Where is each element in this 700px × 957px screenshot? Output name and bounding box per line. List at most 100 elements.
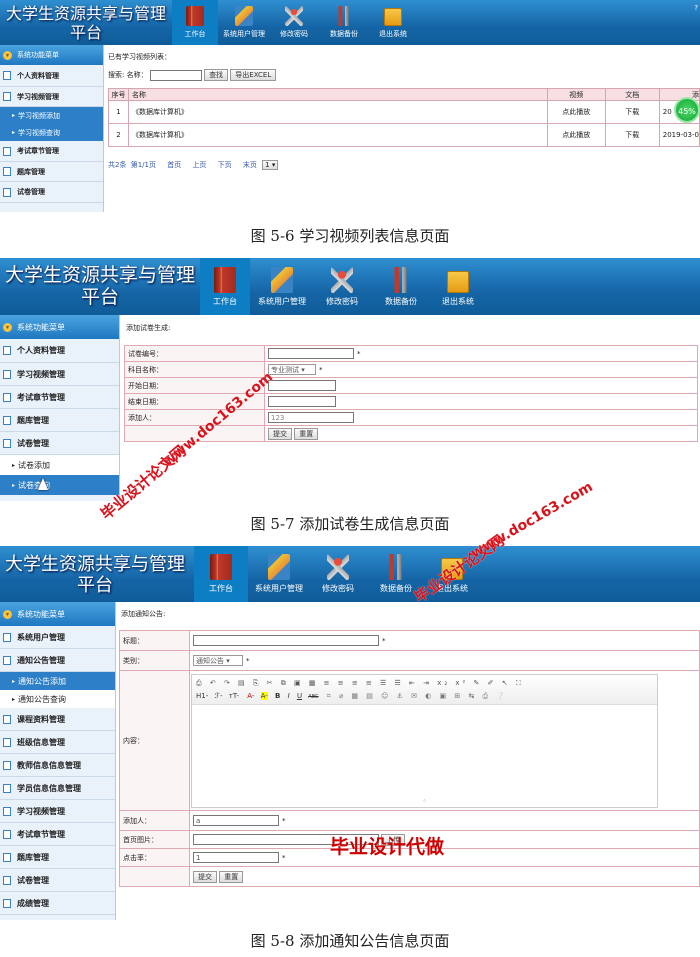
screenshot-video-list: 大学生资源共享与管理 平台 工作台 系统用户管理 修改密码 数据备份 退出系统 … — [0, 0, 700, 212]
doc-icon — [3, 167, 11, 176]
pager-last[interactable]: 末页 — [243, 161, 257, 169]
end-date-input[interactable] — [268, 396, 336, 407]
app-title: 大学生资源共享与管理 平台 — [5, 4, 166, 42]
nav-user-management[interactable]: 系统用户管理 — [250, 258, 314, 315]
editor-resize-handle[interactable]: ⁘ — [192, 798, 657, 805]
sidebar-item-paper[interactable]: 试卷管理 — [0, 432, 119, 455]
page-select[interactable]: 1 ▾ — [262, 160, 279, 170]
menu-header[interactable]: ▾ 系统功能菜单 — [0, 315, 119, 339]
highlight-icon[interactable]: A- — [260, 691, 268, 700]
sidebar-sub-paper-query[interactable]: 试卷查询 — [0, 475, 119, 495]
search-button[interactable]: 查找 — [204, 69, 229, 81]
book-icon — [186, 6, 204, 26]
sidebar-item-bank[interactable]: 题库管理 — [0, 409, 119, 432]
compass-icon — [331, 267, 353, 293]
play-link[interactable]: 点此播放 — [546, 123, 606, 147]
table-row: 2 《数据库计算机》 点此播放 下载 2019-03-0 — [108, 123, 700, 147]
nav-dashboard[interactable]: 工作台 — [194, 546, 248, 602]
sidebar-sub-notice-add[interactable]: 通知公告添加 — [0, 672, 115, 690]
sidebar-sub-paper-add[interactable]: 试卷添加 — [0, 455, 119, 475]
sidebar-sub-video-query[interactable]: 学习视频查询 — [0, 124, 103, 141]
font-color-icon[interactable]: A- — [247, 692, 254, 700]
sidebar-item-video[interactable]: 学习视频管理 — [0, 363, 119, 386]
menu-header[interactable]: ▾ 系统功能菜单 — [0, 45, 103, 65]
search-label: 搜索: 名称： — [108, 71, 148, 79]
category-select[interactable]: 通知公告 ▾ — [193, 655, 243, 666]
compass-icon — [285, 6, 303, 26]
rich-text-editor[interactable]: ⎙ ↶ ↷ ▤ ⎘ ✂ ⧉ ▣ ▦ ≡ ≡ ≡ ≡ ☰ ☰ ⇤ ⇥ x₂ x² … — [191, 673, 658, 808]
sidebar-item-chapter[interactable]: 考试章节管理 — [0, 386, 119, 409]
subject-select[interactable]: 专业测试 ▾ — [268, 364, 316, 375]
title-input[interactable] — [193, 635, 379, 646]
italic-icon[interactable]: I — [288, 692, 290, 700]
sidebar-item-profile[interactable]: 个人资料管理 — [0, 65, 103, 87]
pager-first[interactable]: 首页 — [167, 161, 181, 169]
nav-logout[interactable]: 退出系统 — [370, 0, 416, 45]
nav-backup[interactable]: 数据备份 — [318, 0, 370, 45]
menu-header[interactable]: ▾ 系统功能菜单 — [0, 602, 115, 626]
underline-icon[interactable]: U — [297, 692, 302, 700]
sidebar-item-bank[interactable]: 题库管理 — [0, 162, 103, 182]
paper-number-input[interactable] — [268, 348, 354, 359]
video-table: 序号 名称 视频 文档 添 1 《数据库计算机》 点此播放 下载 20 2 《数… — [108, 88, 700, 147]
pager-prev[interactable]: 上页 — [192, 161, 206, 169]
sidebar-item-profile[interactable]: 个人资料管理 — [0, 339, 119, 363]
header-bar: 大学生资源共享与管理 平台 工作台 系统用户管理 修改密码 数据备份 退出系统 — [0, 258, 700, 315]
adder-input[interactable]: 123 — [268, 412, 354, 423]
nav-change-password[interactable]: 修改密码 — [270, 0, 318, 45]
sidebar-item-teacher[interactable]: 教师信息信息管理 — [0, 754, 115, 777]
doc-icon — [3, 655, 11, 665]
start-date-input[interactable] — [268, 380, 336, 391]
sidebar-item-chapter[interactable]: 考试章节管理 — [0, 141, 103, 162]
play-link[interactable]: 点此播放 — [546, 100, 606, 124]
pager: 共2条 第1/1页 首页 上页 下页 末页 1 ▾ — [108, 160, 279, 170]
sidebar-item-paper[interactable]: 试卷管理 — [0, 869, 115, 892]
bold-icon[interactable]: B — [275, 692, 280, 700]
search-input[interactable] — [149, 69, 202, 81]
compass-icon — [327, 554, 349, 580]
sidebar-item-notice[interactable]: 通知公告管理 — [0, 649, 115, 672]
nav-dashboard[interactable]: 工作台 — [172, 0, 218, 45]
doc-icon — [3, 898, 11, 908]
sidebar-item-student[interactable]: 学员信息信息管理 — [0, 777, 115, 800]
app-title: 大学生资源共享与管理 平台 — [5, 554, 185, 596]
export-button[interactable]: 导出EXCEL — [230, 69, 277, 81]
sidebar-sub-video-add[interactable]: 学习视频添加 — [0, 107, 103, 124]
table-header: 序号 名称 视频 文档 添 — [108, 88, 700, 101]
nav-logout[interactable]: 退出系统 — [432, 258, 484, 315]
sidebar-item-course[interactable]: 课程资料管理 — [0, 708, 115, 731]
sidebar-item-users[interactable]: 系统用户管理 — [0, 626, 115, 649]
help-icon[interactable]: ? — [694, 4, 698, 12]
reset-button[interactable]: 重置 — [219, 870, 244, 883]
sidebar-item-paper[interactable]: 试卷管理 — [0, 182, 103, 203]
adder-input[interactable]: a — [193, 815, 279, 826]
sidebar-item-chapter[interactable]: 考试章节管理 — [0, 823, 115, 846]
nav-backup[interactable]: 数据备份 — [370, 258, 432, 315]
sidebar-item-bank[interactable]: 题库管理 — [0, 846, 115, 869]
pager-next[interactable]: 下页 — [218, 161, 232, 169]
download-link[interactable]: 下载 — [604, 100, 660, 124]
chevron-down-icon: ▾ — [3, 50, 12, 60]
sidebar-item-video[interactable]: 学习视频管理 — [0, 800, 115, 823]
click-rate-input[interactable]: 1 — [193, 852, 279, 863]
nav-user-management[interactable]: 系统用户管理 — [218, 0, 270, 45]
nav-change-password[interactable]: 修改密码 — [310, 546, 366, 602]
main-panel: 已有学习视频列表： 搜索: 名称： 查找 导出EXCEL 序号 名称 视频 文档… — [105, 45, 700, 212]
sidebar-item-score[interactable]: 成绩管理 — [0, 892, 115, 915]
submit-button[interactable]: 提交 — [268, 427, 292, 440]
strike-icon[interactable]: ABC — [308, 694, 318, 700]
sidebar-sub-notice-query[interactable]: 通知公告查询 — [0, 690, 115, 708]
doc-icon — [3, 346, 11, 355]
doc-icon — [3, 875, 11, 885]
doc-icon — [3, 852, 11, 862]
chevron-down-icon: ▾ — [3, 609, 12, 619]
download-link[interactable]: 下载 — [604, 123, 660, 147]
sidebar-item-video[interactable]: 学习视频管理 — [0, 87, 103, 107]
submit-button[interactable]: 提交 — [193, 870, 217, 883]
nav-user-management[interactable]: 系统用户管理 — [248, 546, 310, 602]
doc-icon — [3, 71, 11, 80]
reset-button[interactable]: 重置 — [294, 427, 319, 440]
nav-dashboard[interactable]: 工作台 — [200, 258, 250, 315]
sidebar-item-class[interactable]: 班级信息管理 — [0, 731, 115, 754]
nav-change-password[interactable]: 修改密码 — [314, 258, 370, 315]
